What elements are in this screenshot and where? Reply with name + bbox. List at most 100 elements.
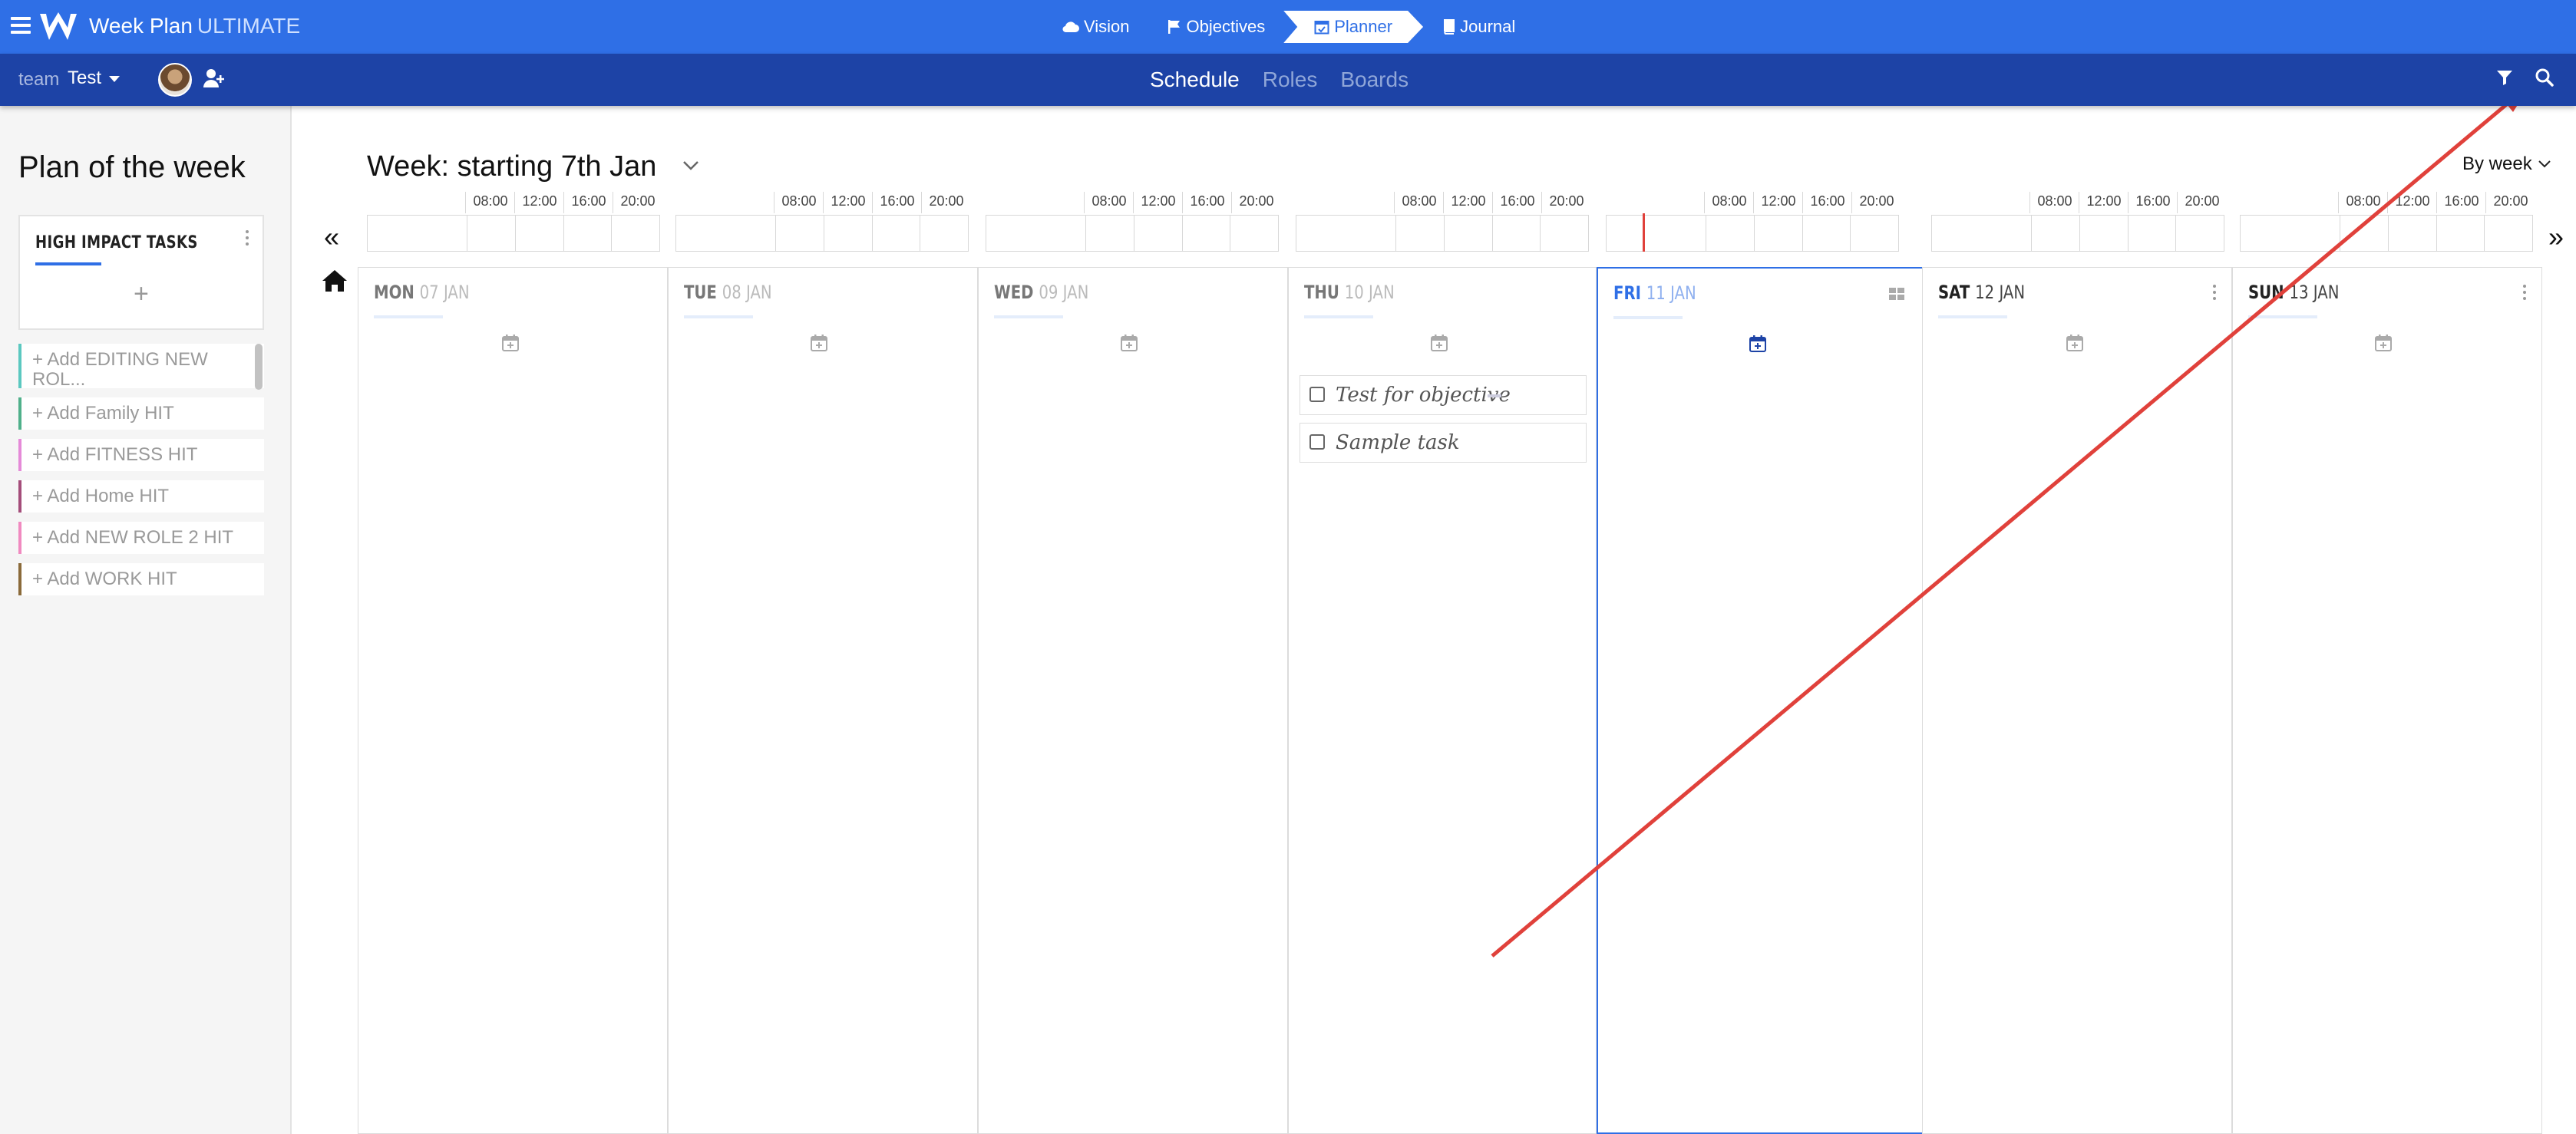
filter-icon[interactable]: [2496, 69, 2513, 86]
day-underline: [1938, 315, 2007, 318]
timeline-tick: [1133, 192, 1134, 213]
timeline-segment: [1230, 216, 1278, 251]
day-timeline[interactable]: 08:00 12:00 16:00 20:00: [1931, 192, 2224, 253]
timeline-segment: [2437, 216, 2485, 251]
day-column-fri[interactable]: FRI 11 JAN: [1597, 267, 1924, 1134]
hit-role-list: + Add EDITING NEW ROL... + Add Family HI…: [18, 344, 264, 605]
timeline-bar: [1296, 215, 1589, 252]
timeline-segment: [516, 216, 564, 251]
timeline-tick: [872, 192, 873, 213]
app-name: Week Plan: [89, 14, 193, 38]
day-column-tue[interactable]: TUE 08 JAN: [668, 267, 978, 1134]
tab-schedule[interactable]: Schedule: [1150, 68, 1240, 92]
nav-planner[interactable]: Planner: [1283, 11, 1423, 43]
hamburger-menu-icon[interactable]: [11, 17, 31, 34]
day-column-thu[interactable]: THU 10 JAN Test for objective Sample task: [1288, 267, 1597, 1134]
add-hit-home[interactable]: + Add Home HIT: [18, 480, 264, 513]
timeline-tick: [2029, 192, 2030, 213]
tab-roles[interactable]: Roles: [1263, 68, 1318, 92]
day-header: THU 10 JAN: [1304, 282, 1395, 303]
timeline-hour-label: 08:00: [781, 193, 817, 209]
add-event-calendar-icon[interactable]: [2374, 334, 2393, 352]
day-timeline[interactable]: 08:00 12:00 16:00 20:00: [1606, 192, 1899, 253]
day-header: SAT 12 JAN: [1938, 282, 2025, 303]
timeline-hour-label: 16:00: [2444, 193, 2479, 209]
task-title: Test for objective: [1336, 384, 1511, 407]
timeline-tick: [1182, 192, 1183, 213]
add-hit-family[interactable]: + Add Family HIT: [18, 397, 264, 430]
add-event-calendar-icon[interactable]: [2066, 334, 2084, 352]
day-column-wed[interactable]: WED 09 JAN: [978, 267, 1288, 1134]
search-icon[interactable]: [2535, 68, 2555, 87]
day-date: 07 JAN: [419, 282, 470, 303]
timeline-hour-label: 20:00: [2493, 193, 2528, 209]
add-user-icon[interactable]: [203, 68, 226, 89]
task-title: Sample task: [1336, 431, 1460, 454]
team-caret-icon[interactable]: [109, 76, 120, 82]
week-title[interactable]: Week: starting 7th Jan: [367, 150, 656, 183]
nav-objectives[interactable]: Objectives: [1148, 11, 1284, 43]
nav-vision[interactable]: Vision: [1044, 11, 1148, 43]
sidebar: Plan of the week HIGH IMPACT TASKS + + A…: [0, 106, 292, 1134]
avatar[interactable]: [158, 63, 192, 97]
timeline-tick: [2387, 192, 2388, 213]
day-column-mon[interactable]: MON 07 JAN: [358, 267, 668, 1134]
task-checkbox[interactable]: [1309, 434, 1325, 450]
add-event-calendar-icon[interactable]: [501, 334, 520, 352]
view-mode-selector[interactable]: By week: [2462, 153, 2532, 175]
previous-week-button[interactable]: «: [324, 221, 339, 253]
day-menu-icon[interactable]: [2213, 285, 2216, 303]
day-timeline[interactable]: 08:00 12:00 16:00 20:00: [2240, 192, 2533, 253]
timeline-segment: [1183, 216, 1231, 251]
timeline-hour-label: 20:00: [1549, 193, 1584, 209]
add-hit-button[interactable]: +: [134, 279, 149, 309]
add-event-calendar-icon[interactable]: [1430, 334, 1448, 352]
timeline-tick: [921, 192, 922, 213]
timeline-hour-label: 12:00: [831, 193, 866, 209]
home-icon[interactable]: [321, 269, 348, 293]
timeline-segment: [1541, 216, 1588, 251]
nav-journal[interactable]: Journal: [1423, 11, 1534, 43]
day-column-sun[interactable]: SUN 13 JAN: [2232, 267, 2542, 1134]
day-header: FRI 11 JAN: [1613, 282, 1696, 304]
day-timeline[interactable]: 08:00 12:00 16:00 20:00: [986, 192, 1279, 253]
hit-menu-icon[interactable]: [246, 230, 249, 249]
task-item[interactable]: Test for objective: [1300, 375, 1587, 415]
sidebar-scrollbar[interactable]: [255, 344, 263, 390]
task-checkbox[interactable]: [1309, 387, 1325, 402]
timeline-hour-label: 08:00: [1091, 193, 1127, 209]
timeline-segment: [1296, 216, 1397, 251]
week-plan-logo[interactable]: [38, 11, 78, 43]
team-selector[interactable]: Test: [68, 68, 101, 89]
timeline-segment: [1086, 216, 1135, 251]
day-timeline[interactable]: 08:00 12:00 16:00 20:00: [1296, 192, 1589, 253]
timeline-hour-label: 08:00: [473, 193, 508, 209]
add-event-calendar-icon[interactable]: [1120, 334, 1138, 352]
timeline-hour-label: 08:00: [1402, 193, 1437, 209]
add-hit-work[interactable]: + Add WORK HIT: [18, 563, 264, 595]
day-date: 10 JAN: [1344, 282, 1395, 303]
day-timeline[interactable]: 08:00 12:00 16:00 20:00: [675, 192, 969, 253]
add-event-calendar-icon[interactable]: [1749, 335, 1767, 353]
chevron-down-icon[interactable]: [682, 160, 700, 172]
tab-boards[interactable]: Boards: [1340, 68, 1409, 92]
add-hit-new-role-2[interactable]: + Add NEW ROLE 2 HIT: [18, 522, 264, 554]
add-hit-editing-new-role[interactable]: + Add EDITING NEW ROL...: [18, 344, 264, 390]
day-column-sat[interactable]: SAT 12 JAN: [1922, 267, 2232, 1134]
add-hit-fitness[interactable]: + Add FITNESS HIT: [18, 439, 264, 471]
next-week-button[interactable]: »: [2548, 221, 2564, 253]
task-item[interactable]: Sample task: [1300, 423, 1587, 463]
grid-view-icon[interactable]: [1888, 287, 1905, 301]
day-menu-icon[interactable]: [2523, 285, 2526, 303]
timeline-segment: [873, 216, 921, 251]
timeline-tick: [1704, 192, 1705, 213]
day-date: 13 JAN: [2289, 282, 2340, 303]
timeline-segment: [2129, 216, 2177, 251]
chevron-down-icon[interactable]: [2538, 160, 2551, 169]
timeline-bar: [367, 215, 660, 252]
day-timeline[interactable]: 08:00 12:00 16:00 20:00: [367, 192, 660, 253]
timeline-tick: [2338, 192, 2339, 213]
timeline-segment: [2241, 216, 2341, 251]
timeline-tick: [2485, 192, 2486, 213]
add-event-calendar-icon[interactable]: [810, 334, 828, 352]
